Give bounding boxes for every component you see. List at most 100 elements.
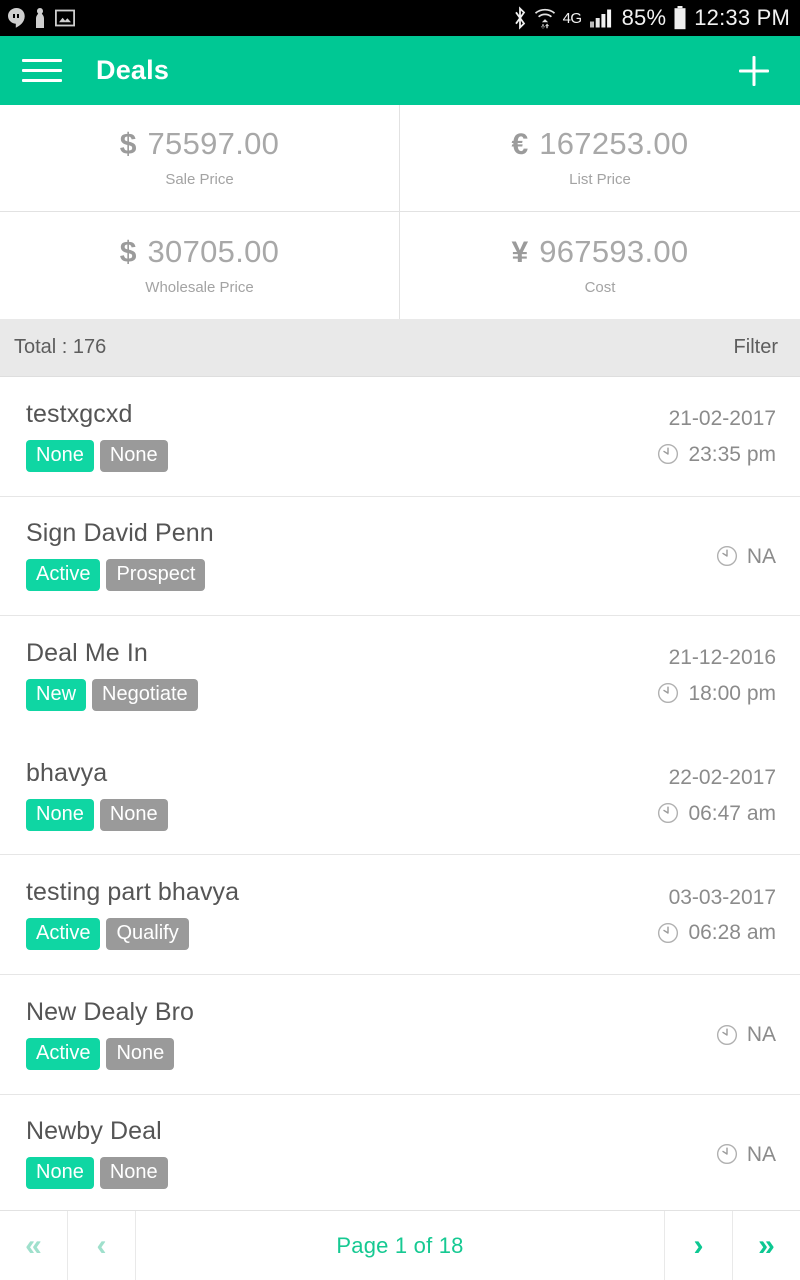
next-page-button[interactable]: ›	[664, 1211, 732, 1280]
summary-cards: $ 75597.00 Sale Price € 167253.00 List P…	[0, 105, 800, 319]
page-indicator-label: Page 1 of 18	[336, 1232, 464, 1258]
currency-symbol: ¥	[511, 235, 529, 269]
deal-row-main: Deal Me In New Negotiate	[26, 640, 616, 711]
summary-label: List Price	[569, 171, 631, 188]
deal-badges: Active Qualify	[26, 918, 616, 951]
status-bar-notification-icons	[8, 8, 75, 28]
deal-row[interactable]: Sign David Penn Active Prospect NA	[0, 497, 800, 617]
summary-card-list-price[interactable]: € 167253.00 List Price	[400, 105, 800, 212]
stage-badge[interactable]: None	[99, 798, 168, 831]
clock-icon	[658, 803, 679, 824]
deal-time-label: NA	[746, 1023, 776, 1047]
status-badge[interactable]: New	[26, 678, 87, 711]
summary-label: Cost	[584, 278, 616, 296]
hamburger-icon[interactable]	[22, 56, 64, 86]
deal-title: New Dealy Bro	[26, 997, 195, 1026]
deal-date: 03-03-2017	[668, 885, 776, 909]
deal-time: 06:28 am	[657, 922, 776, 944]
deal-row-main: bhavya None None	[26, 758, 616, 831]
deal-badges: New Negotiate	[26, 678, 616, 711]
clock-label: 12:33 PM	[694, 5, 790, 30]
deal-row-meta: 21-02-2017 23:35 pm	[616, 408, 776, 465]
summary-value: 30705.00	[147, 233, 280, 269]
stage-badge[interactable]: None	[99, 1157, 168, 1190]
summary-card-wholesale-price[interactable]: $ 30705.00 Wholesale Price	[0, 212, 400, 319]
deal-badges: None None	[26, 1157, 616, 1190]
screenshot-icon	[55, 9, 75, 27]
deal-badges: None None	[26, 439, 616, 472]
deal-time-label: 06:28 am	[688, 921, 776, 945]
summary-value: 75597.00	[147, 126, 280, 161]
deal-row[interactable]: Deal Me In New Negotiate 21-12-2016 18:00 pm	[0, 616, 800, 736]
prev-page-button[interactable]: ‹	[68, 1211, 136, 1280]
deal-row[interactable]: bhavya None None 22-02-2017 06:47 am	[0, 736, 800, 856]
app-bar: Deals	[0, 36, 800, 105]
deal-time-label: 06:47 am	[688, 801, 776, 825]
deal-time: NA	[716, 1024, 776, 1046]
usb-icon	[36, 8, 44, 28]
deal-row-meta: 22-02-2017 06:47 am	[616, 767, 776, 824]
status-badge[interactable]: Active	[26, 918, 101, 951]
wifi-icon	[534, 8, 555, 29]
deal-row-meta: NA	[616, 545, 776, 567]
status-bar-system-icons: 4G 85% 12:33 PM	[513, 5, 790, 31]
status-badge[interactable]: None	[26, 798, 94, 831]
deal-title: Newby Deal	[26, 1117, 162, 1146]
battery-icon	[674, 6, 686, 30]
network-type-label: 4G	[562, 9, 583, 27]
deal-title: bhavya	[26, 758, 108, 787]
signal-icon	[589, 9, 611, 28]
bluetooth-icon	[514, 6, 525, 30]
summary-amount: € 167253.00	[512, 128, 689, 160]
deal-date: 21-12-2016	[668, 646, 776, 670]
clock-icon	[716, 1024, 737, 1045]
deal-time: 18:00 pm	[657, 682, 776, 704]
summary-value: 967593.00	[539, 233, 689, 269]
deal-time: NA	[716, 1143, 776, 1165]
stage-badge[interactable]: None	[99, 439, 168, 472]
deal-time-label: NA	[746, 544, 776, 568]
deal-list[interactable]: testxgcxd None None 21-02-2017 23:35 pm Sign …	[0, 377, 800, 1210]
summary-label: Wholesale Price	[145, 278, 254, 296]
last-page-button[interactable]: »	[732, 1211, 800, 1280]
status-badge[interactable]: None	[26, 439, 94, 472]
deal-row-meta: 21-12-2016 18:00 pm	[616, 647, 776, 704]
deal-row[interactable]: testing part bhavya Active Qualify 03-03-20…	[0, 855, 800, 975]
stage-badge[interactable]: Qualify	[106, 918, 189, 951]
deal-title: testxgcxd	[26, 399, 133, 428]
clock-icon	[716, 1144, 737, 1165]
deal-time-label: 18:00 pm	[688, 681, 776, 705]
total-filter-bar: Total : 176 Filter	[0, 319, 800, 377]
deal-row[interactable]: New Dealy Bro Active None NA	[0, 975, 800, 1095]
status-bar: 4G 85% 12:33 PM	[0, 0, 800, 36]
first-page-button[interactable]: «	[0, 1211, 68, 1280]
summary-amount: $ 75597.00	[120, 128, 279, 160]
clock-icon	[658, 683, 679, 704]
add-deal-button[interactable]	[732, 49, 776, 93]
deal-row-meta: NA	[616, 1143, 776, 1165]
deal-time: 23:35 pm	[657, 443, 776, 465]
stage-badge[interactable]: Negotiate	[92, 678, 198, 711]
deal-title: testing part bhavya	[26, 878, 240, 907]
app-screen: 4G 85% 12:33 PM Deals $ 75597.00 Sale Pr…	[0, 0, 800, 1280]
deal-title: Sign David Penn	[26, 519, 214, 548]
stage-badge[interactable]: Prospect	[106, 559, 206, 592]
summary-card-sale-price[interactable]: $ 75597.00 Sale Price	[0, 105, 400, 212]
filter-button[interactable]: Filter	[734, 336, 778, 359]
deal-time-label: 23:35 pm	[688, 442, 776, 466]
deal-badges: Active None	[26, 1037, 616, 1070]
summary-amount: $ 30705.00	[120, 236, 279, 268]
currency-symbol: $	[119, 235, 137, 269]
status-badge[interactable]: Active	[26, 1037, 101, 1070]
deal-row-main: Newby Deal None None	[26, 1117, 616, 1190]
battery-percent-label: 85%	[621, 5, 667, 30]
deal-time: NA	[716, 545, 776, 567]
status-badge[interactable]: Active	[26, 559, 101, 592]
summary-card-cost[interactable]: ¥ 967593.00 Cost	[400, 212, 800, 319]
deal-row[interactable]: Newby Deal None None NA	[0, 1095, 800, 1210]
clock-icon	[658, 444, 679, 465]
stage-badge[interactable]: None	[106, 1037, 175, 1070]
deal-row[interactable]: testxgcxd None None 21-02-2017 23:35 pm	[0, 377, 800, 497]
deal-row-main: Sign David Penn Active Prospect	[26, 519, 616, 592]
status-badge[interactable]: None	[26, 1157, 94, 1190]
